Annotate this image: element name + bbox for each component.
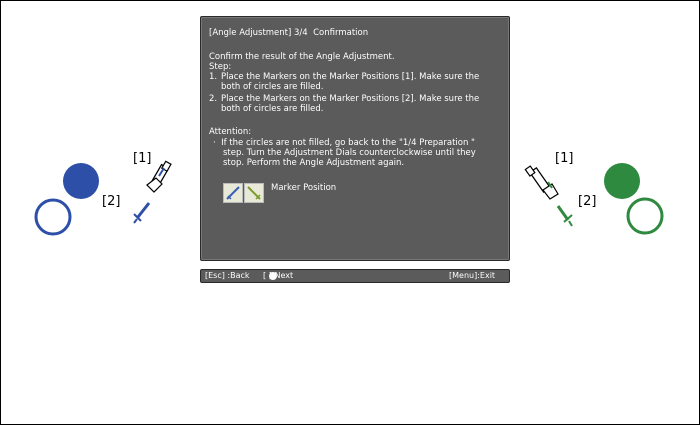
right-hand-marker-icon <box>524 165 559 200</box>
right-label-2: [2] <box>578 194 597 209</box>
right-diagram <box>524 163 664 235</box>
right-label-1: [1] <box>555 151 574 166</box>
right-filled-circle <box>604 163 640 199</box>
right-outline-circle <box>626 197 664 235</box>
right-small-marker-icon <box>556 205 573 227</box>
